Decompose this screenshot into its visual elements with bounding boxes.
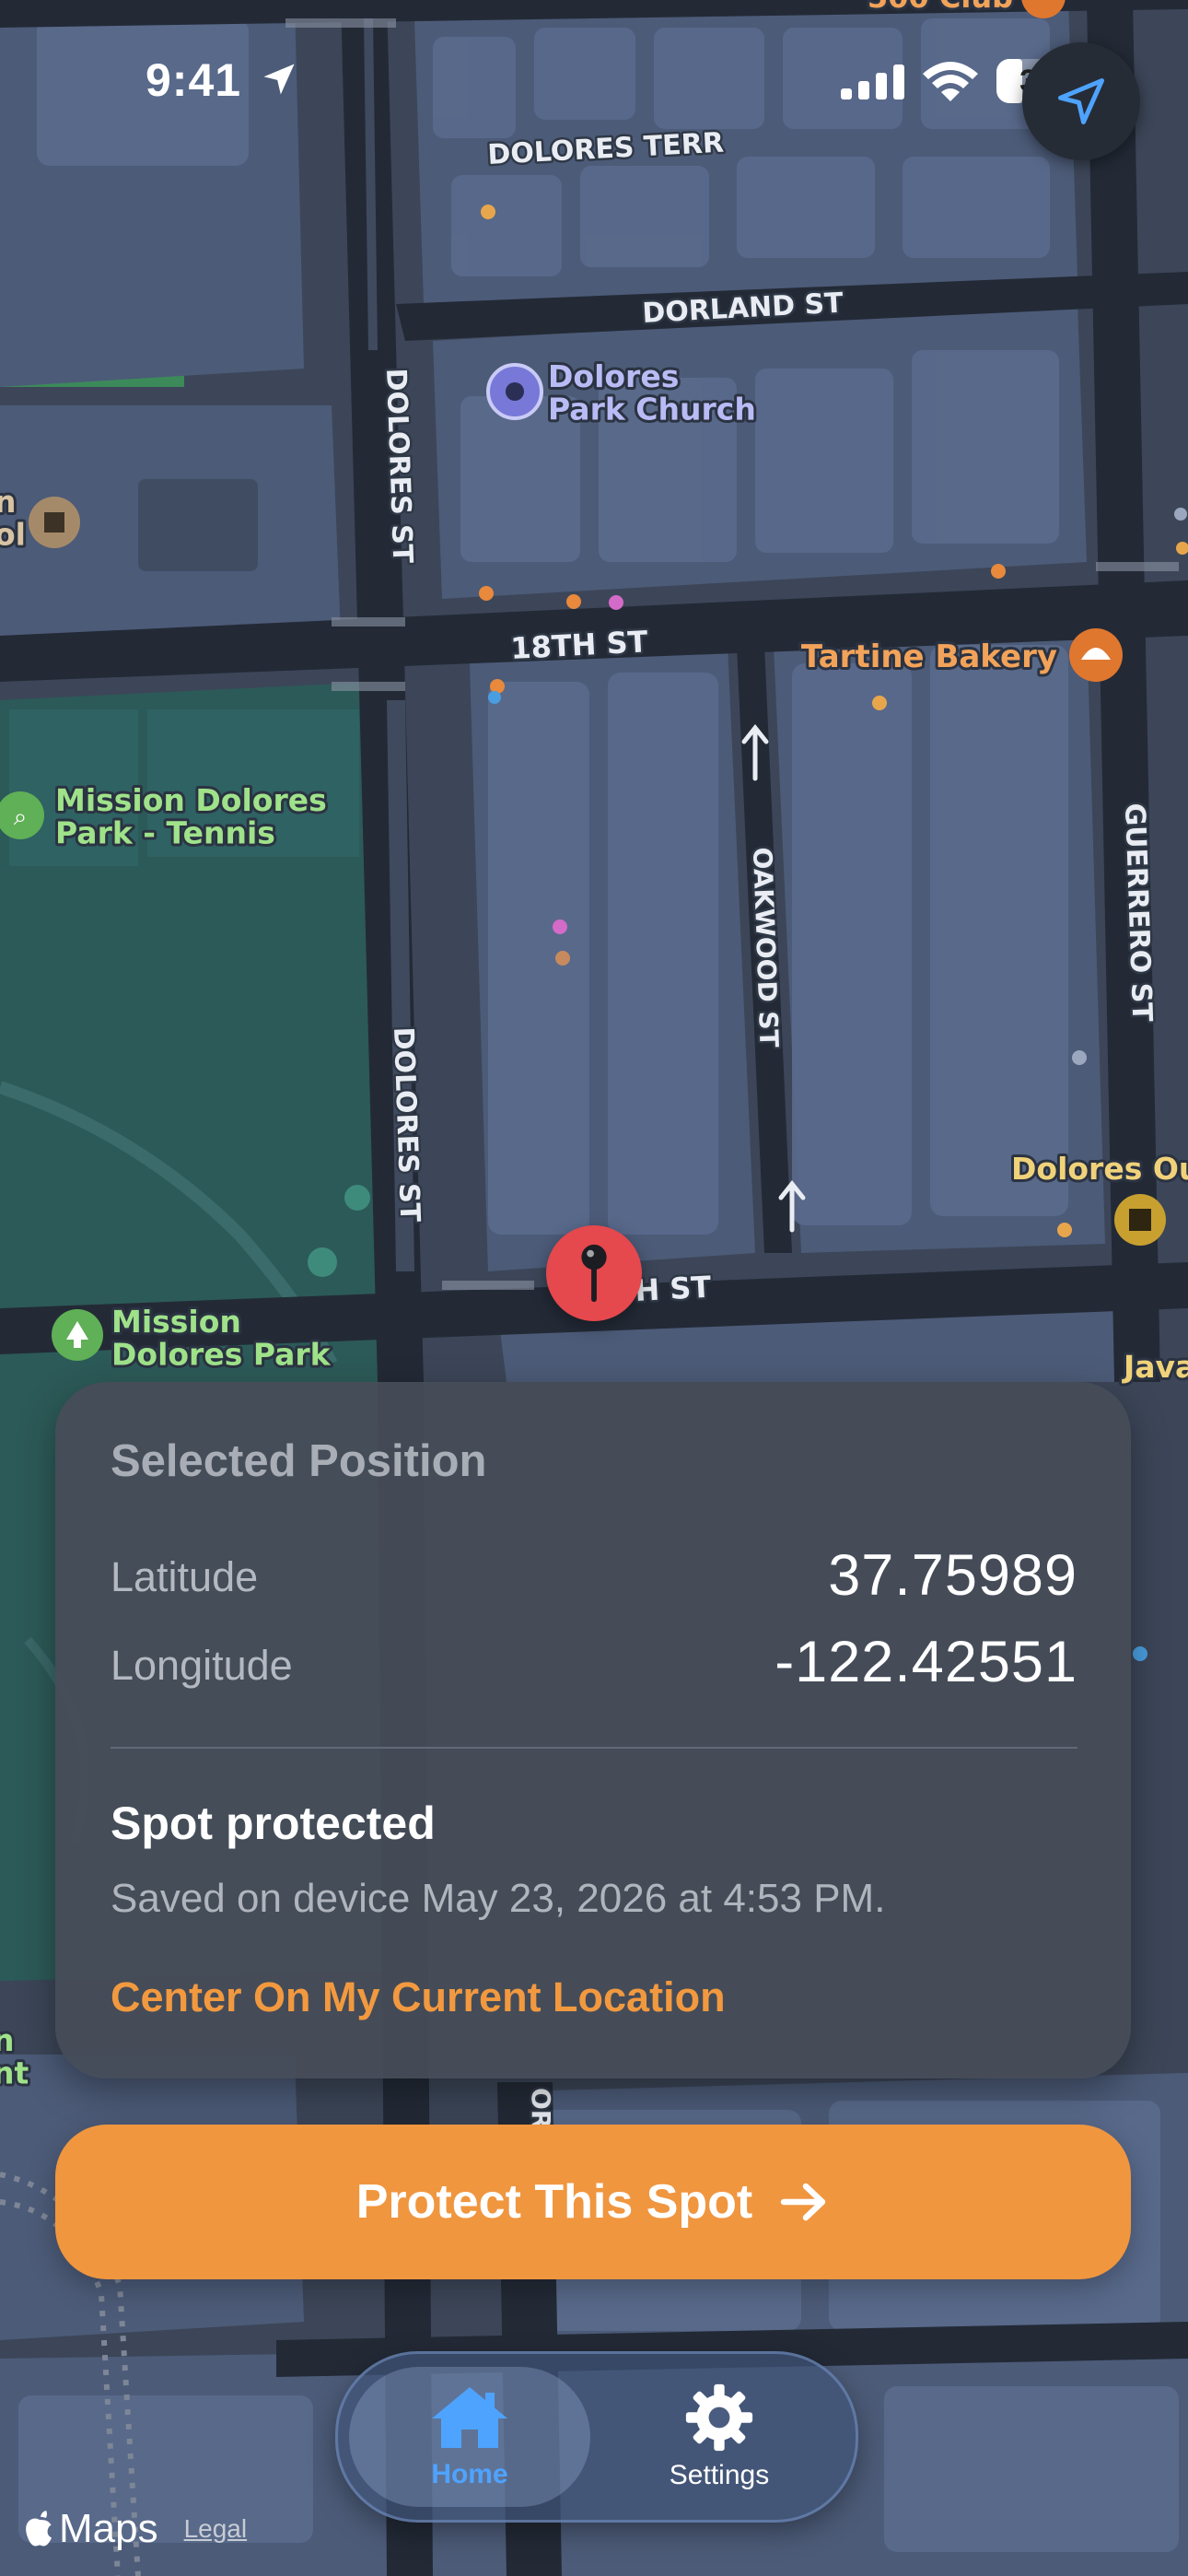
gear-icon	[685, 2383, 753, 2452]
maps-wordmark: Maps	[59, 2506, 158, 2551]
status-bar: 9:41 32	[0, 0, 1188, 147]
tab-home-label: Home	[431, 2459, 508, 2489]
svg-text:⌕: ⌕	[14, 802, 28, 830]
status-time: 9:41	[146, 53, 299, 107]
tab-settings[interactable]: Settings	[599, 2367, 840, 2507]
card-title: Selected Position	[111, 1436, 487, 1486]
pin-icon	[581, 1244, 607, 1303]
selected-position-pin[interactable]	[546, 1225, 642, 1321]
apple-logo-icon	[26, 2511, 52, 2547]
protect-this-spot-button[interactable]: Protect This Spot	[55, 2125, 1131, 2279]
street-label-19th-st: H ST	[634, 1270, 712, 1308]
tab-bar: Home Settings	[335, 2351, 858, 2523]
street-label-dolores-st-bottom: DOLORES ST	[387, 1026, 425, 1223]
spot-status-detail: Saved on device May 23, 2026 at 4:53 PM.	[111, 1876, 886, 1921]
svg-text:Dolores Out: Dolores Out	[1011, 1151, 1188, 1187]
status-time-text: 9:41	[146, 54, 242, 106]
tab-home[interactable]: Home	[349, 2367, 590, 2507]
selected-position-card: Selected Position Latitude 37.75989 Long…	[55, 1382, 1131, 2078]
maps-attribution: Maps Legal	[24, 2506, 247, 2552]
svg-text:Tartine Bakery: Tartine Bakery	[801, 638, 1057, 675]
screen: DOLORES TERR DORLAND ST DOLORES ST 18TH …	[0, 0, 1188, 2576]
protect-button-label: Protect This Spot	[355, 2175, 753, 2229]
arrow-right-icon	[781, 2183, 826, 2221]
house-icon	[432, 2387, 507, 2448]
street-label-partial: OR	[526, 2088, 556, 2129]
longitude-label: Longitude	[111, 1642, 293, 1689]
tab-settings-label: Settings	[669, 2460, 770, 2490]
location-tracking-button[interactable]	[1022, 42, 1140, 160]
latitude-label: Latitude	[111, 1553, 259, 1600]
spot-status-title: Spot protected	[111, 1797, 436, 1849]
street-label-18th-st: 18TH ST	[509, 624, 648, 666]
poi-java-label[interactable]: Java	[1119, 1346, 1188, 1388]
cellular-signal-icon	[841, 64, 904, 100]
card-divider	[111, 1747, 1077, 1749]
street-label-dolores-st-top: DOLORES ST	[379, 368, 418, 564]
navigation-arrow-icon	[1058, 78, 1104, 124]
legal-link[interactable]: Legal	[184, 2514, 248, 2544]
wifi-icon	[923, 62, 978, 101]
location-arrow-icon	[263, 64, 295, 95]
longitude-value: -122.42551	[775, 1630, 1077, 1694]
latitude-value: 37.75989	[828, 1543, 1077, 1608]
center-on-current-location-link[interactable]: Center On My Current Location	[111, 1973, 726, 2021]
